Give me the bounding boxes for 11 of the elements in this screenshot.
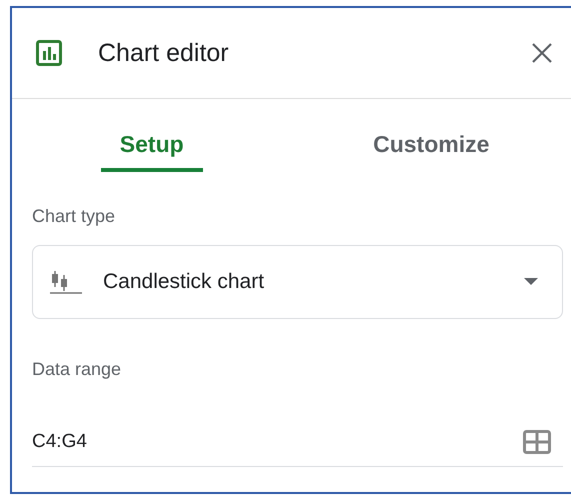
data-range-field[interactable]: C4:G4 xyxy=(32,431,523,453)
field-label: Data range xyxy=(32,359,122,380)
tab[interactable]: Customize xyxy=(292,113,571,188)
caret-icon xyxy=(524,278,538,286)
tab[interactable]: Setup xyxy=(12,113,292,188)
candlestick-icon xyxy=(49,269,83,295)
chart-type-dropdown[interactable]: Candlestick chart xyxy=(32,245,563,319)
chart-icon xyxy=(36,40,62,66)
field-label: Chart type xyxy=(32,206,116,227)
panel-title: Chart editor xyxy=(98,38,230,68)
grid-icon[interactable] xyxy=(523,430,551,454)
